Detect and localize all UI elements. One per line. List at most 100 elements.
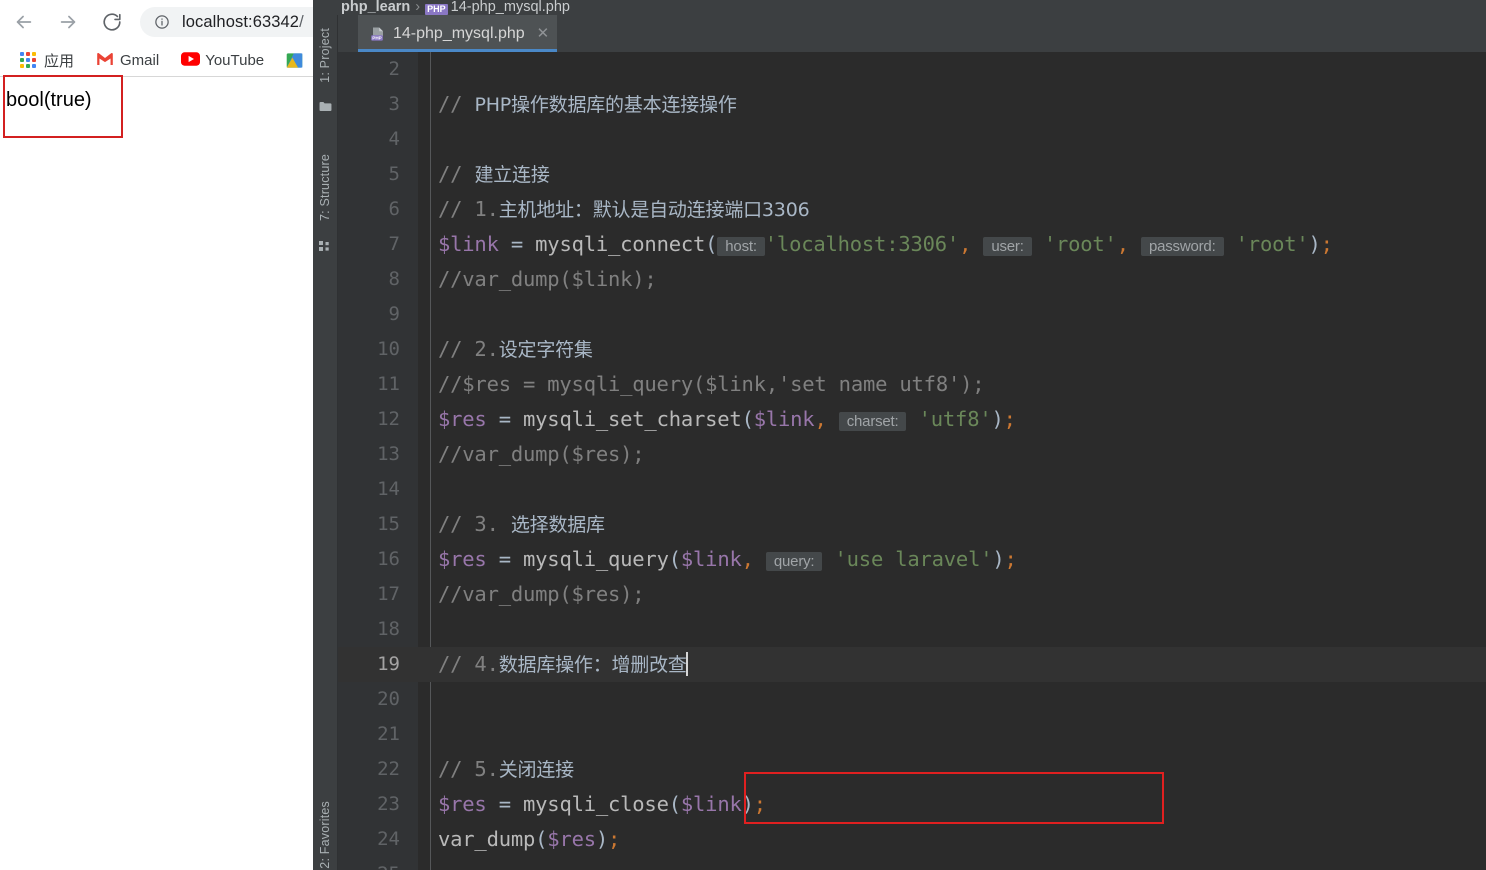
code-text: $res = mysqli_set_charset($link, charset…	[438, 402, 1486, 439]
php-file-badge: PHP	[425, 4, 448, 15]
breadcrumb-separator: ›	[415, 0, 421, 15]
breadcrumb-file[interactable]: 14-php_mysql.php	[451, 0, 570, 15]
back-button[interactable]	[4, 2, 44, 42]
code-token: 主机地址：默认是自动连接端口3306	[498, 199, 810, 221]
code-line[interactable]: 22 // 5.关闭连接	[338, 752, 1486, 787]
code-token: =	[486, 547, 524, 571]
code-token: 'root'	[1043, 232, 1117, 256]
code-token: (	[535, 827, 548, 851]
code-text: // 5.关闭连接	[438, 752, 1486, 788]
code-text: // PHP操作数据库的基本连接操作	[438, 87, 1486, 123]
structure-nodes-icon[interactable]	[313, 237, 337, 253]
code-text: // 3. 选择数据库	[438, 507, 1486, 543]
parameter-hint: query:	[765, 552, 823, 571]
breadcrumb-project[interactable]: php_learn	[341, 0, 410, 15]
code-line[interactable]: 15 // 3. 选择数据库	[338, 507, 1486, 542]
bookmark-label: Gmail	[120, 51, 160, 69]
bookmark-gmail[interactable]: Gmail	[88, 48, 167, 72]
code-token: mysqli_close	[523, 792, 669, 816]
forward-button[interactable]	[48, 2, 88, 42]
code-token: //	[438, 92, 475, 116]
code-line[interactable]: 12 $res = mysqli_set_charset($link, chars…	[338, 402, 1486, 437]
breadcrumb: php_learn › PHP 14-php_mysql.php	[313, 0, 1486, 15]
code-token: // 4.	[438, 652, 499, 676]
code-token: $link	[680, 792, 742, 816]
code-line[interactable]: 21	[338, 717, 1486, 752]
line-number: 12	[377, 408, 400, 430]
code-line[interactable]: 25	[338, 857, 1486, 870]
code-token: )	[741, 792, 754, 816]
code-token: // 5.	[438, 757, 499, 781]
code-token: )	[991, 407, 1004, 431]
code-token: ;	[608, 827, 621, 851]
info-circle-icon[interactable]	[154, 14, 170, 30]
sidebar-item-structure[interactable]: 7: Structure	[313, 143, 337, 233]
line-number: 4	[388, 128, 400, 150]
project-folder-icon[interactable]	[313, 97, 337, 115]
code-line[interactable]: 7 $link = mysqli_connect( host: 'localhos…	[338, 227, 1486, 262]
code-line[interactable]: 17 //var_dump($res);	[338, 577, 1486, 612]
code-token: 'root'	[1235, 232, 1309, 256]
code-line[interactable]: 3 // PHP操作数据库的基本连接操作	[338, 87, 1486, 122]
arrow-left-icon	[13, 11, 35, 33]
apps-grid-icon	[20, 51, 37, 69]
code-line[interactable]: 2	[338, 52, 1486, 87]
code-token: // 1.	[438, 197, 499, 221]
code-token: ;	[1004, 547, 1017, 571]
reload-button[interactable]	[92, 2, 132, 42]
code-line[interactable]: 4	[338, 122, 1486, 157]
code-text: $link = mysqli_connect( host: 'localhost…	[438, 227, 1486, 264]
bookmark-apps[interactable]: 应用	[12, 48, 82, 72]
code-text: //var_dump($res);	[438, 437, 1486, 472]
code-editor[interactable]: 2 3// PHP操作数据库的基本连接操作 4 5// 建立连接 6// 1.主机地址：…	[338, 52, 1486, 870]
code-text: // 4.数据库操作：增删改查	[438, 647, 1486, 683]
code-line[interactable]: 18	[338, 612, 1486, 647]
code-token: (	[705, 232, 718, 256]
code-token: ,	[814, 407, 827, 431]
php-file-icon: PHP	[370, 26, 386, 42]
line-number: 16	[377, 548, 400, 570]
code-line[interactable]: 23 $res = mysqli_close($link);	[338, 787, 1486, 822]
youtube-icon	[181, 51, 201, 69]
code-token: ,	[959, 232, 972, 256]
code-line[interactable]: 20	[338, 682, 1486, 717]
code-token: mysqli_query	[523, 547, 669, 571]
line-number: 25	[338, 857, 400, 870]
code-token: 关闭连接	[498, 759, 574, 781]
code-line[interactable]: 5 // 建立连接	[338, 157, 1486, 192]
bookmark-label: 应用	[44, 52, 75, 70]
close-icon[interactable]: ✕	[537, 26, 550, 41]
gmail-icon	[96, 52, 113, 69]
code-line[interactable]: 16 $res = mysqli_query($link, query: 'use…	[338, 542, 1486, 577]
code-line[interactable]: 19 // 4.数据库操作：增删改查	[338, 647, 1486, 682]
code-line[interactable]: 9	[338, 297, 1486, 332]
code-lines: 2 3// PHP操作数据库的基本连接操作 4 5// 建立连接 6// 1.主机地址：…	[338, 52, 1486, 870]
code-token: PHP操作数据库的基本连接操作	[474, 94, 737, 116]
code-line[interactable]: 6 // 1.主机地址：默认是自动连接端口3306	[338, 192, 1486, 227]
code-line[interactable]: 14	[338, 472, 1486, 507]
code-line[interactable]: 10 // 2.设定字符集	[338, 332, 1486, 367]
code-line[interactable]: 8 //var_dump($link);	[338, 262, 1486, 297]
code-line[interactable]: 24 var_dump($res);	[338, 822, 1486, 857]
line-number: 11	[377, 373, 400, 395]
line-number: 8	[388, 268, 400, 290]
code-text: $res = mysqli_close($link);	[438, 787, 1486, 822]
code-line[interactable]: 11 //$res = mysqli_query($link,'set name …	[338, 367, 1486, 402]
code-text: //var_dump($link);	[438, 262, 1486, 297]
line-number: 21	[377, 723, 400, 745]
bookmark-youtube[interactable]: YouTube	[173, 48, 272, 72]
code-token: //	[438, 162, 475, 186]
sidebar-item-favorites[interactable]: 2: Favorites	[313, 785, 337, 870]
code-token: 'use laravel'	[834, 547, 993, 571]
code-line[interactable]: 13 //var_dump($res);	[338, 437, 1486, 472]
code-text: //var_dump($res);	[438, 577, 1486, 612]
code-token: )	[1308, 232, 1321, 256]
code-text: var_dump($res);	[438, 822, 1486, 857]
tab-14-php-mysql[interactable]: PHP 14-php_mysql.php ✕	[358, 15, 558, 52]
sidebar-item-project[interactable]: 1: Project	[313, 19, 337, 91]
arrow-right-icon	[57, 11, 79, 33]
code-token: mysqli_set_charset	[523, 407, 742, 431]
code-token: (	[741, 407, 754, 431]
